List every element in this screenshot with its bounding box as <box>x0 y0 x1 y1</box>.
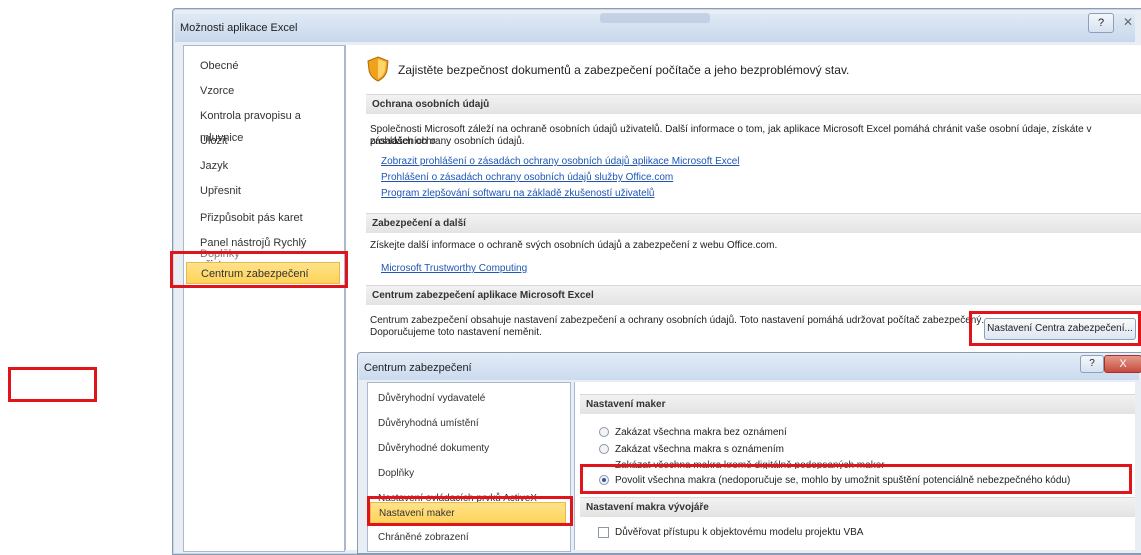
nav-item-language[interactable]: Jazyk <box>186 155 340 177</box>
macro-option-disable-notify[interactable]: Zakázat všechna makra s oznámením <box>599 443 784 457</box>
privacy-section-heading: Ochrana osobních údajů <box>366 94 1141 114</box>
macro-option-disable-no-notify[interactable]: Zakázat všechna makra bez oznámení <box>599 426 787 440</box>
vba-access-option[interactable]: Důvěřovat přístupu k objektovému modelu … <box>598 526 864 540</box>
dnav-item-protected-view[interactable]: Chráněné zobrazení <box>370 527 566 549</box>
highlight-box <box>8 367 97 402</box>
nav-item-general[interactable]: Obecné <box>186 55 340 77</box>
dnav-item-trusted-publishers[interactable]: Důvěryhodní vydavatelé <box>370 388 566 410</box>
nav-item-customize-ribbon[interactable]: Přizpůsobit pás karet <box>186 207 340 229</box>
dnav-item-addins[interactable]: Doplňky <box>370 463 566 485</box>
macro-settings-heading: Nastavení maker <box>580 394 1135 414</box>
nav-item-formulas[interactable]: Vzorce <box>186 80 340 102</box>
trust-center-text-line1: Centrum zabezpečení obsahuje nastavení z… <box>370 315 985 326</box>
developer-settings-heading: Nastavení makra vývojáře <box>580 497 1135 517</box>
title-bar-blur <box>600 13 710 23</box>
trust-header-text: Zajistěte bezpečnost dokumentů a zabezpe… <box>398 63 850 77</box>
highlight-macro-settings-nav <box>367 496 573 526</box>
nav-item-advanced[interactable]: Upřesnit <box>186 180 340 202</box>
privacy-link-office[interactable]: Prohlášení o zásadách ochrany osobních ú… <box>381 172 673 183</box>
trustworthy-computing-link[interactable]: Microsoft Trustworthy Computing <box>381 263 527 274</box>
dialog-title-bar <box>359 354 1139 380</box>
dialog-help-button[interactable]: ? <box>1080 355 1104 373</box>
window-title: Možnosti aplikace Excel <box>180 22 298 34</box>
dnav-item-trusted-locations[interactable]: Důvěryhodná umístění <box>370 413 566 435</box>
nav-item-save[interactable]: Uložit <box>186 130 340 152</box>
privacy-link-ceip[interactable]: Program zlepšování softwaru na základě z… <box>381 188 654 199</box>
help-button[interactable]: ? <box>1088 13 1114 33</box>
privacy-link-excel[interactable]: Zobrazit prohlášení o zásadách ochrany o… <box>381 156 740 167</box>
highlight-trust-center-button <box>969 311 1141 346</box>
nav-item-proofing[interactable]: Kontrola pravopisu a mluvnice <box>186 105 340 144</box>
radio-button[interactable] <box>599 444 609 454</box>
checkbox[interactable] <box>598 527 609 538</box>
dialog-title: Centrum zabezpečení <box>364 362 472 374</box>
vba-access-label: Důvěřovat přístupu k objektovému modelu … <box>615 527 864 538</box>
shield-icon <box>366 56 390 85</box>
dialog-close-button[interactable]: X <box>1104 355 1141 373</box>
radio-button[interactable] <box>599 427 609 437</box>
macro-option-label: Zakázat všechna makra s oznámením <box>615 444 784 455</box>
close-button[interactable]: ✕ <box>1116 13 1140 31</box>
security-text: Získejte další informace o ochraně svých… <box>370 240 778 251</box>
trust-center-section-heading: Centrum zabezpečení aplikace Microsoft E… <box>366 285 1141 305</box>
security-section-heading: Zabezpečení a další <box>366 213 1141 233</box>
trust-center-text-line2: Doporučujeme toto nastavení neměnit. <box>370 327 542 338</box>
macro-option-label: Zakázat všechna makra bez oznámení <box>615 427 787 438</box>
dnav-item-trusted-documents[interactable]: Důvěryhodné dokumenty <box>370 438 566 460</box>
highlight-enable-all-macros <box>580 464 1132 494</box>
highlight-trust-center-nav <box>170 251 348 288</box>
privacy-text-line2: zásadách ochrany osobních údajů. <box>370 136 525 147</box>
